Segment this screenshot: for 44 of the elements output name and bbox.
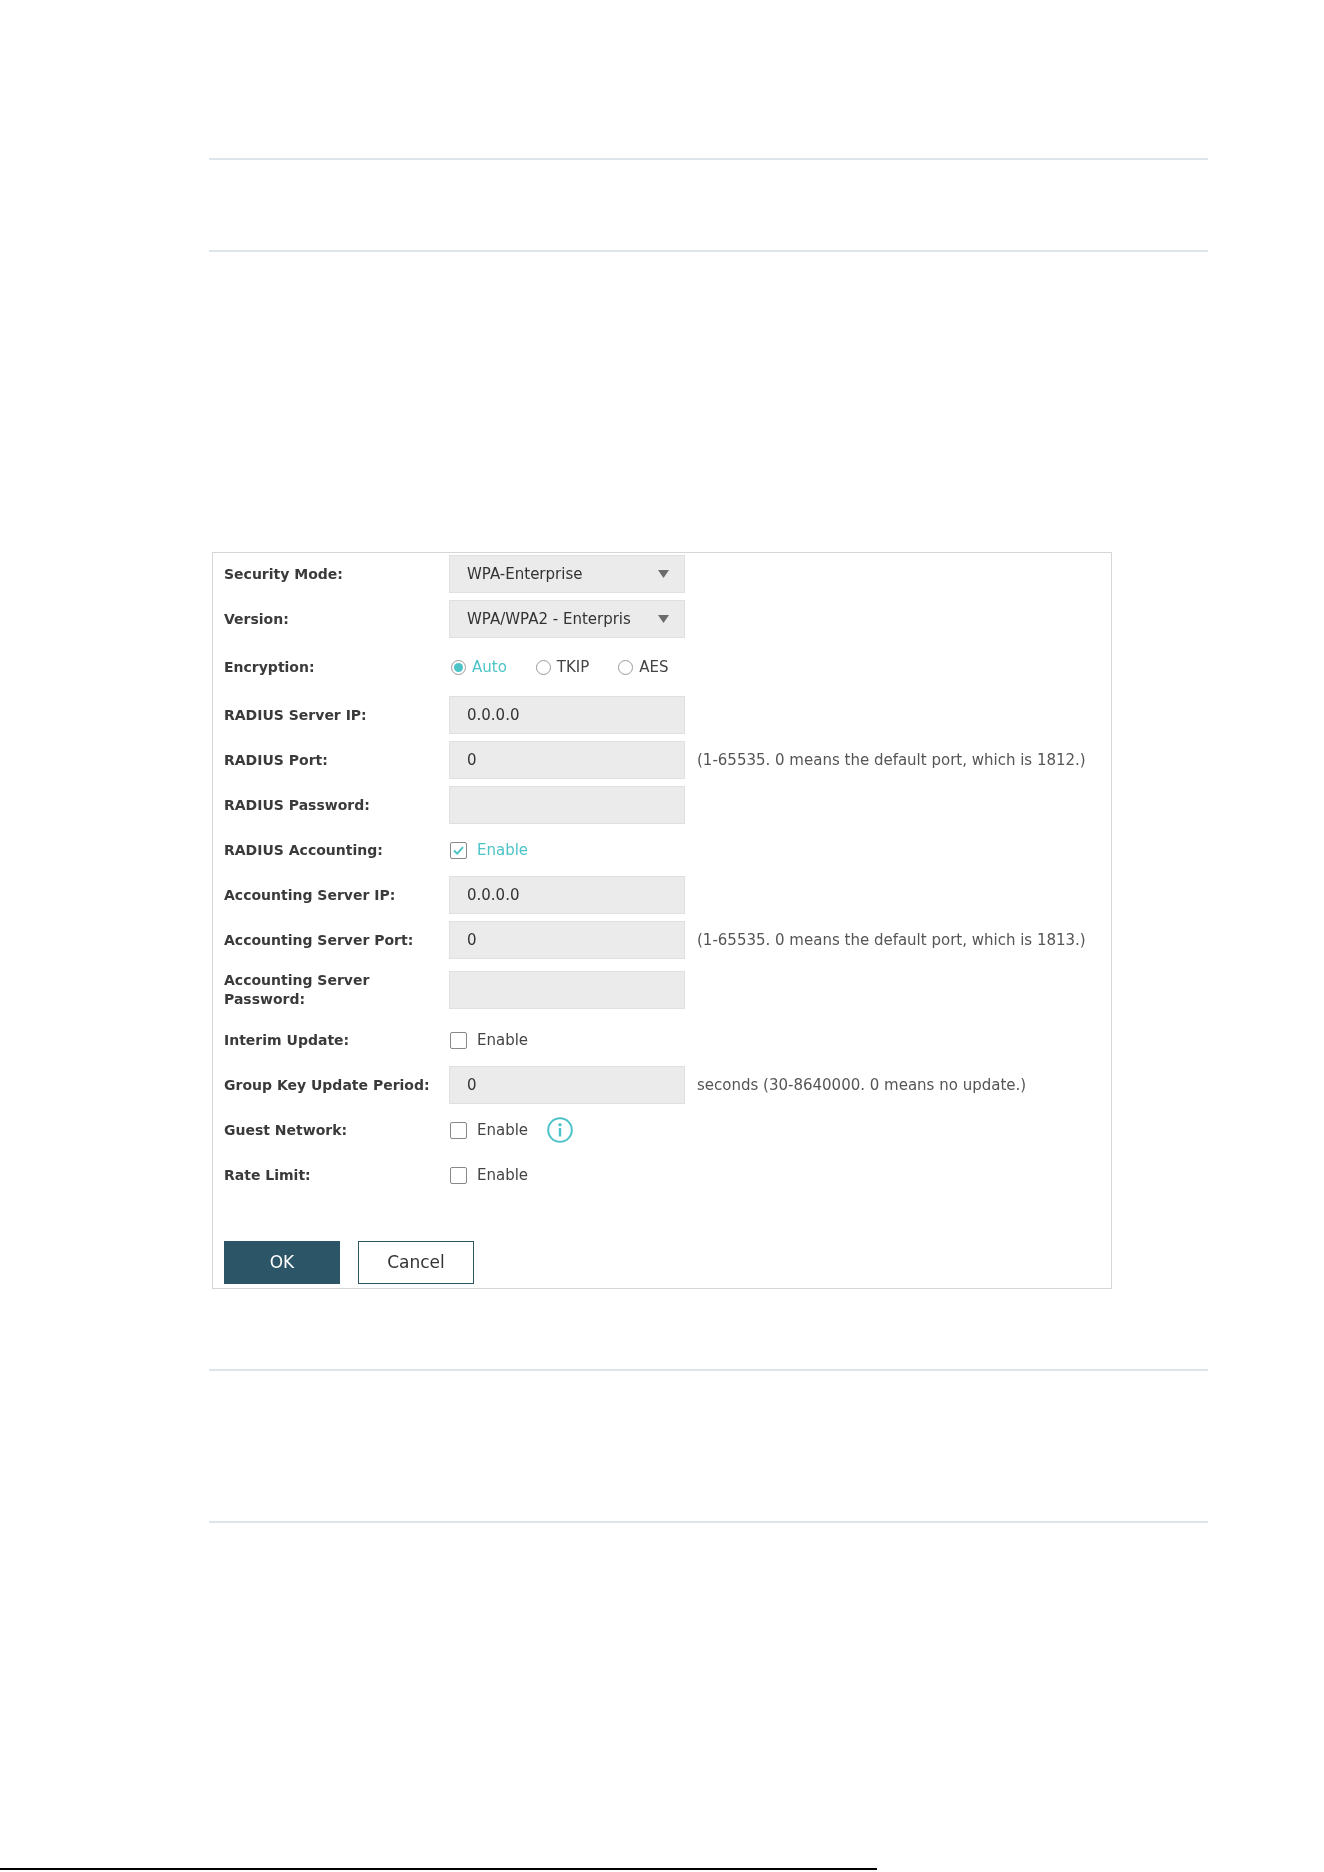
field-label: RADIUS Port:	[224, 750, 329, 770]
checkbox-label[interactable]: Enable	[477, 1163, 529, 1187]
text-field[interactable]: 0.0.0.0	[449, 876, 685, 914]
info-icon[interactable]	[547, 1117, 574, 1143]
field-label: Accounting Server Password:	[224, 971, 371, 1009]
text-field[interactable]: 0.0.0.0	[449, 696, 685, 734]
checkbox[interactable]	[450, 1121, 467, 1139]
hint-text: (1-65535. 0 means the default port, which is 1812.)	[697, 749, 1086, 771]
caret-icon	[658, 615, 669, 623]
field-label: Version:	[224, 609, 290, 629]
field-label: Group Key Update Period:	[224, 1075, 431, 1095]
field-label: Security Mode:	[224, 564, 344, 584]
checkbox-label[interactable]: Enable	[477, 1118, 529, 1142]
hint-text: (1-65535. 0 means the default port, which is 1813.)	[697, 929, 1086, 951]
checkbox[interactable]	[450, 841, 467, 859]
field-label: RADIUS Server IP:	[224, 705, 368, 725]
radio-button[interactable]	[618, 659, 634, 675]
checkbox[interactable]	[450, 1166, 467, 1184]
radio-button[interactable]	[451, 659, 466, 675]
radio-label[interactable]: TKIP	[556, 655, 590, 679]
checkbox[interactable]	[450, 1031, 467, 1049]
field-label: RADIUS Password:	[224, 795, 371, 815]
field-label: Accounting Server IP:	[224, 885, 397, 905]
text-field[interactable]	[449, 786, 685, 824]
ok-button[interactable]: OK	[224, 1241, 340, 1284]
field-label: Guest Network:	[224, 1120, 349, 1140]
field-label: Interim Update:	[224, 1030, 351, 1050]
field-label: RADIUS Accounting:	[224, 840, 384, 860]
caret-icon	[658, 570, 669, 578]
text-field[interactable]: 0	[449, 1066, 685, 1104]
text-field[interactable]	[449, 971, 685, 1009]
cancel-button[interactable]: Cancel	[358, 1241, 474, 1284]
field-label: Rate Limit:	[224, 1165, 312, 1185]
text-field[interactable]: 0	[449, 741, 685, 779]
dropdown[interactable]: WPA/WPA2 - Enterpris	[449, 600, 685, 638]
field-label: Encryption:	[224, 657, 316, 677]
checkmark-icon	[453, 845, 464, 855]
checkbox-label[interactable]: Enable	[477, 1028, 529, 1052]
dropdown[interactable]: WPA-Enterprise	[449, 555, 685, 593]
hint-text: seconds (30-8640000. 0 means no update.)	[697, 1074, 1027, 1096]
field-label: Accounting Server Port:	[224, 930, 415, 950]
radio-label[interactable]: AES	[639, 655, 669, 679]
text-field[interactable]: 0	[449, 921, 685, 959]
radio-button[interactable]	[535, 659, 551, 675]
